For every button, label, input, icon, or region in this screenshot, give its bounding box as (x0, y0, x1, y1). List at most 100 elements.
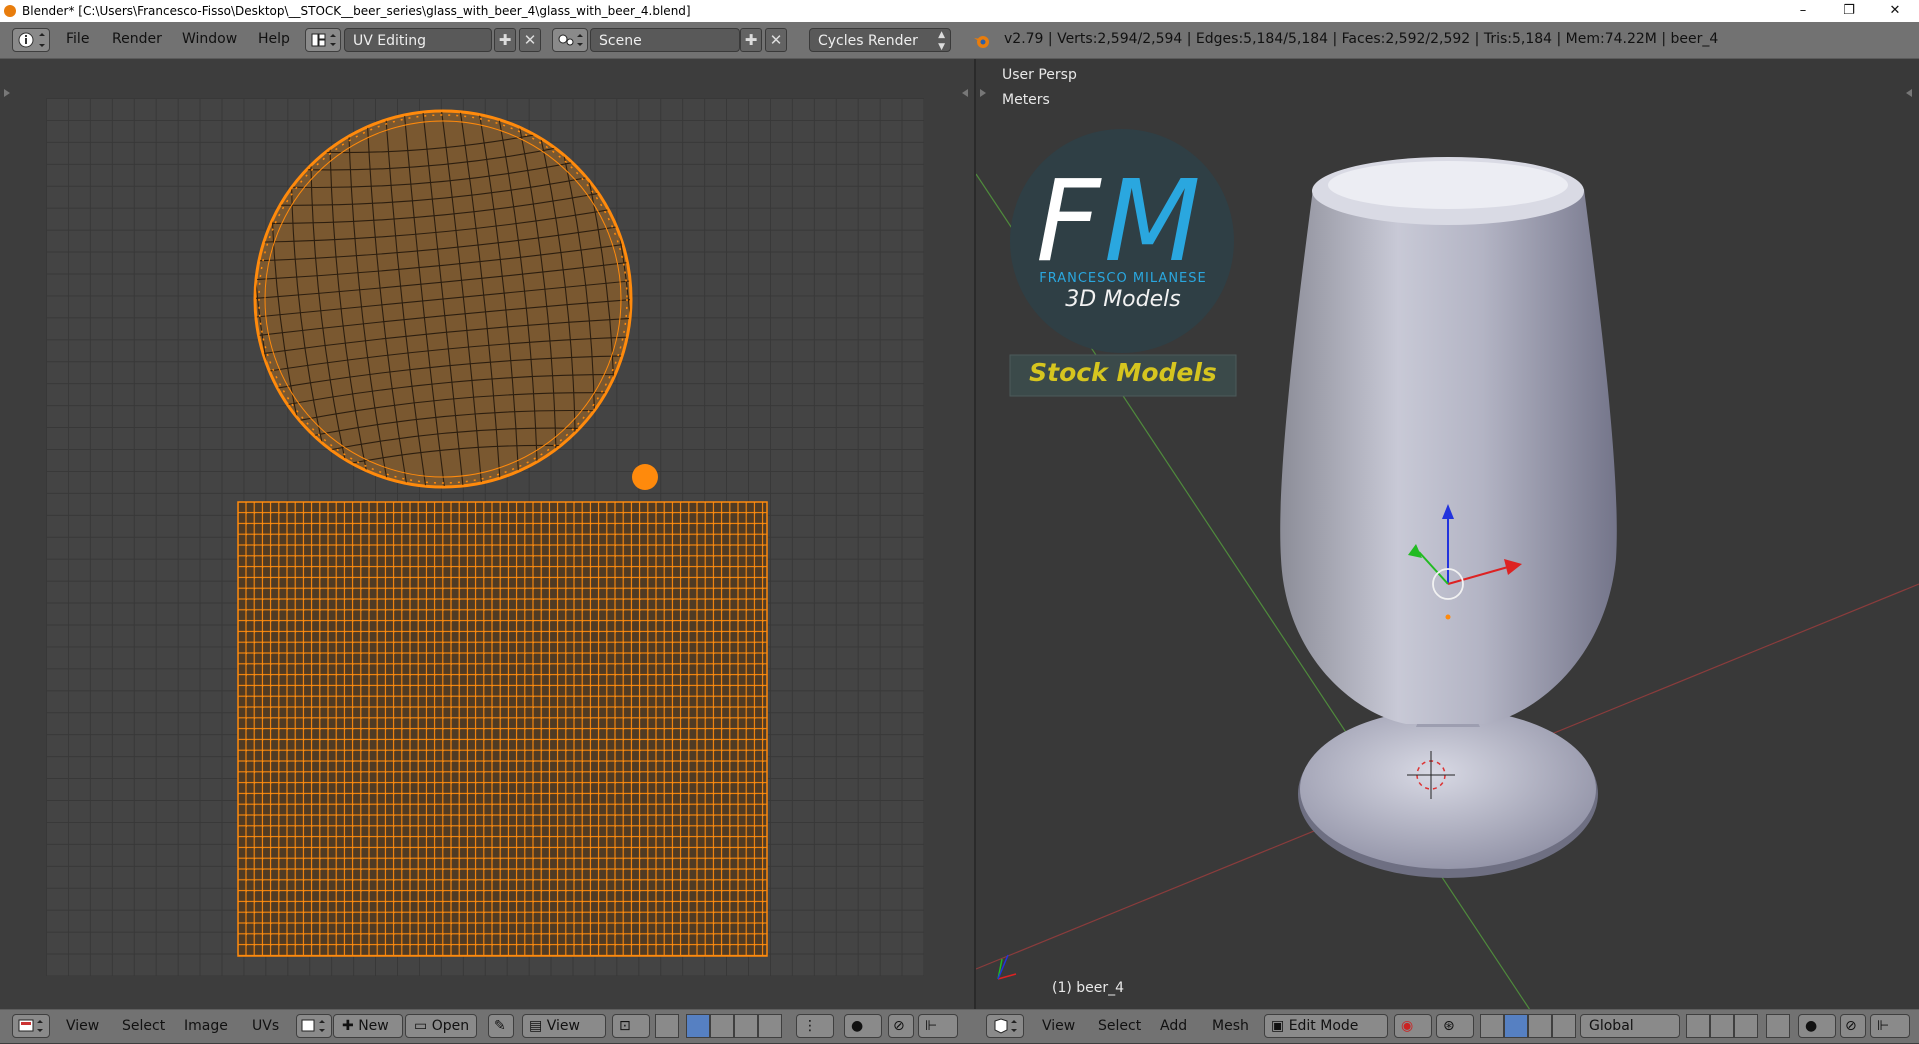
toolshelf-toggle-icon[interactable] (980, 89, 986, 97)
uv-menu-image[interactable]: Image (184, 1018, 228, 1034)
snap-toggle-3d[interactable]: ⊘ (1840, 1014, 1866, 1038)
editor-type-info-button[interactable] (12, 28, 50, 52)
menu-file[interactable]: File (66, 31, 89, 47)
maximize-button[interactable]: ❐ (1826, 0, 1872, 22)
screen-layout-name: UV Editing (353, 33, 427, 49)
logo-letter-m: M (1104, 157, 1201, 287)
open-image-button[interactable]: ▭ Open (405, 1014, 477, 1038)
open-image-label: Open (431, 1018, 470, 1034)
folder-icon: ▭ (414, 1018, 428, 1034)
snap-element-dropdown[interactable]: ⊩ (918, 1014, 958, 1038)
translate-manipulator[interactable] (1504, 1014, 1528, 1038)
magnet-icon: ⊘ (893, 1018, 905, 1034)
3d-viewport[interactable]: User Persp Meters F M FRANCESCO MILANESE… (976, 59, 1919, 1009)
manipulator-toggle[interactable] (1480, 1014, 1504, 1038)
scale-manipulator[interactable] (1552, 1014, 1576, 1038)
snap-element-dropdown-3d[interactable]: ⊩ (1870, 1014, 1910, 1038)
rotate-manipulator[interactable] (1528, 1014, 1552, 1038)
select-island-mode[interactable] (758, 1014, 782, 1038)
scene-statistics: v2.79 | Verts:2,594/2,594 | Edges:5,184/… (1004, 31, 1719, 47)
scene-icon (558, 34, 583, 46)
render-engine-dropdown[interactable]: Cycles Render ▲ ▼ (809, 28, 951, 52)
delete-screen-button[interactable]: ✕ (519, 28, 541, 52)
pivot-point-dropdown[interactable]: ⊡ (612, 1014, 650, 1038)
proportional-editing-dropdown[interactable]: ● (1798, 1014, 1836, 1038)
3d-menu-add[interactable]: Add (1160, 1018, 1187, 1034)
3d-menu-select[interactable]: Select (1098, 1018, 1141, 1034)
info-header: File Render Window Help UV Editing ✚ ✕ S… (0, 22, 1919, 59)
close-button[interactable]: ✕ (1872, 0, 1918, 22)
properties-toggle-icon[interactable] (1906, 89, 1912, 97)
face-select-toggle[interactable] (1734, 1014, 1758, 1038)
new-image-label: New (358, 1018, 389, 1034)
3d-view-header: View Select Add Mesh ▣ Edit Mode ◉ ⊛ Glo… (976, 1009, 1919, 1043)
editor-type-3d-button[interactable] (986, 1014, 1024, 1038)
interaction-mode-label: Edit Mode (1288, 1018, 1359, 1034)
new-image-button[interactable]: ✚ New (333, 1014, 403, 1038)
view-mode-icon: ▤ (529, 1018, 543, 1034)
menu-help[interactable]: Help (258, 31, 290, 47)
x-icon: ✕ (769, 31, 783, 49)
sync-selection-toggle[interactable] (655, 1014, 679, 1038)
x-icon: ✕ (523, 31, 537, 49)
uv-island-cylinder[interactable] (237, 501, 768, 957)
logo-banner: Stock Models (1029, 358, 1217, 387)
units-label: Meters (1002, 92, 1050, 108)
pivot-icon: ⊛ (1443, 1018, 1455, 1034)
uv-editor-header: View Select Image UVs ✚ New ▭ Open ✎ ▤ V… (0, 1009, 976, 1043)
view-mode-label: View (546, 1018, 580, 1034)
3d-menu-mesh[interactable]: Mesh (1212, 1018, 1249, 1034)
pin-image-button[interactable]: ✎ (488, 1014, 514, 1038)
uv-island-sphere[interactable] (252, 109, 634, 489)
view-mode-dropdown[interactable]: ▤ View (522, 1014, 606, 1038)
image-editor-icon (18, 1019, 43, 1032)
menu-window[interactable]: Window (182, 31, 237, 47)
add-scene-button[interactable]: ✚ (740, 28, 762, 52)
scene-field[interactable]: Scene (590, 28, 740, 52)
menu-render[interactable]: Render (112, 31, 162, 47)
snap-icon: ⊩ (925, 1018, 938, 1034)
sticky-icon: ⋮ (803, 1018, 817, 1034)
pivot-center-dropdown[interactable]: ⊛ (1436, 1014, 1474, 1038)
3d-menu-view[interactable]: View (1042, 1018, 1075, 1034)
uv-menu-select[interactable]: Select (122, 1018, 165, 1034)
scene-selector-button[interactable] (552, 28, 588, 52)
screen-layout-icon (311, 33, 336, 47)
select-face-mode[interactable] (734, 1014, 758, 1038)
select-edge-mode[interactable] (710, 1014, 734, 1038)
screen-layout-field[interactable]: UV Editing (344, 28, 492, 52)
pivot-icon: ⊡ (619, 1018, 631, 1034)
uv-2d-cursor[interactable] (632, 464, 658, 490)
uv-layout-drawing (237, 109, 768, 957)
proportional-edit-dropdown[interactable]: ● (844, 1014, 882, 1038)
snap-toggle[interactable]: ⊘ (888, 1014, 914, 1038)
select-vertex-mode[interactable] (686, 1014, 710, 1038)
transform-orientation-label: Global (1589, 1018, 1634, 1034)
vertex-select-toggle[interactable] (1686, 1014, 1710, 1038)
viewport-shading-dropdown[interactable]: ◉ (1394, 1014, 1432, 1038)
minimize-button[interactable]: – (1780, 0, 1826, 22)
3d-view-icon (994, 1018, 1017, 1034)
uv-menu-uvs[interactable]: UVs (252, 1018, 279, 1034)
sticky-selection-dropdown[interactable]: ⋮ (796, 1014, 834, 1038)
screen-layout-selector-button[interactable] (305, 28, 341, 52)
edge-select-toggle[interactable] (1710, 1014, 1734, 1038)
limit-selection-toggle[interactable] (1766, 1014, 1790, 1038)
blender-logo-icon (974, 36, 989, 48)
add-screen-button[interactable]: ✚ (494, 28, 516, 52)
blender-app-icon (4, 5, 16, 17)
pin-icon: ✎ (494, 1018, 506, 1034)
proportional-icon: ● (1805, 1018, 1818, 1034)
uv-menu-view[interactable]: View (66, 1018, 99, 1034)
interaction-mode-dropdown[interactable]: ▣ Edit Mode (1264, 1014, 1388, 1038)
browse-image-button[interactable] (296, 1014, 332, 1038)
editor-type-uv-button[interactable] (12, 1014, 50, 1038)
window-title-bar: Blender* [C:\Users\Francesco-Fisso\Deskt… (0, 0, 1919, 22)
shading-icon: ◉ (1401, 1018, 1414, 1034)
transform-orientation-dropdown[interactable]: Global (1580, 1014, 1680, 1038)
window-title: Blender* [C:\Users\Francesco-Fisso\Deskt… (22, 4, 691, 18)
scene-name: Scene (599, 33, 642, 49)
delete-scene-button[interactable]: ✕ (765, 28, 787, 52)
magnet-icon: ⊘ (1845, 1018, 1857, 1034)
image-browse-icon (301, 1019, 325, 1032)
